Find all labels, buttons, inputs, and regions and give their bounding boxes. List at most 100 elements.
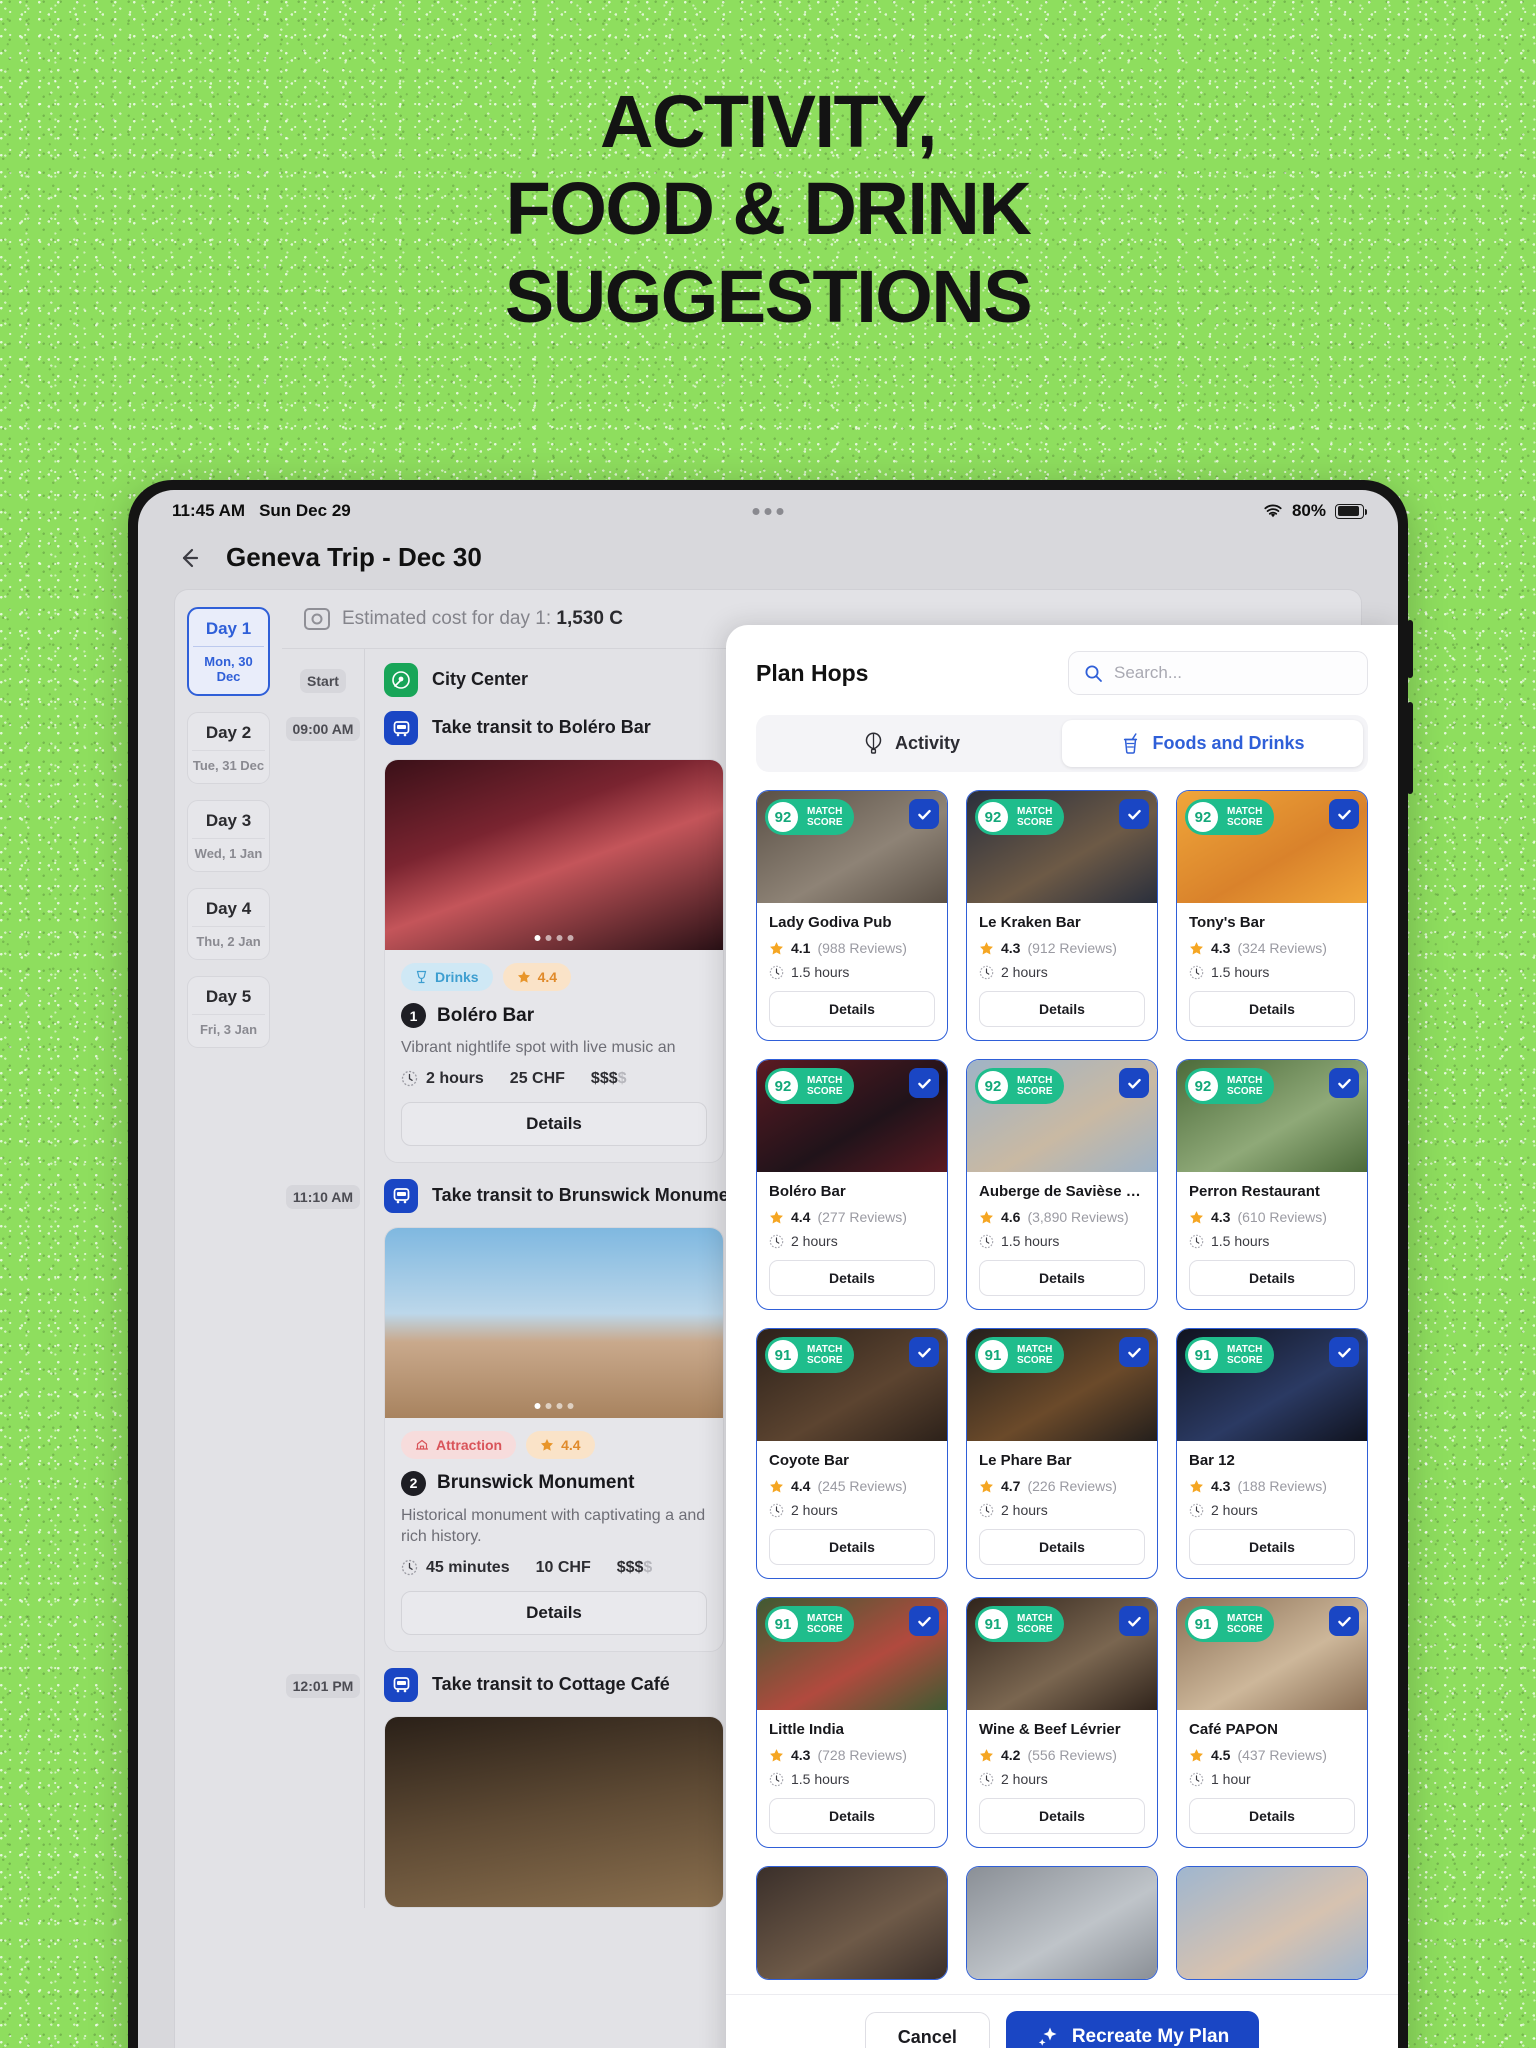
card-title: Bar 12 xyxy=(1189,1452,1235,1469)
day-chip-4[interactable]: Day 4 Thu, 2 Jan xyxy=(187,888,270,960)
suggestion-card[interactable]: 92 MATCH SCORE Lady Godiva Pub 4.1 (988 … xyxy=(756,790,948,1041)
modal-header: Plan Hops xyxy=(726,625,1398,709)
timeline-time: 09:00 AM xyxy=(282,711,364,742)
suggestion-card[interactable]: 91 MATCH SCORE Le Phare Bar 4.7 (226 Rev… xyxy=(966,1328,1158,1579)
suggestion-card[interactable]: 92 MATCH SCORE Tony's Bar 4.3 (324 Revie… xyxy=(1176,790,1368,1041)
card-details-button[interactable]: Details xyxy=(979,991,1145,1027)
card-details-button[interactable]: Details xyxy=(979,1798,1145,1834)
cancel-button[interactable]: Cancel xyxy=(864,2011,990,2048)
day-chip-3[interactable]: Day 3 Wed, 1 Jan xyxy=(187,800,270,872)
day-chip-5[interactable]: Day 5 Fri, 3 Jan xyxy=(187,976,270,1048)
itinerary-place-card[interactable]: Attraction 4.4 2 Brunswick Monument Hist… xyxy=(384,1226,724,1652)
card-reviews-count: (437 Reviews) xyxy=(1237,1747,1327,1763)
wine-glass-icon xyxy=(416,970,427,984)
wifi-icon xyxy=(1263,504,1283,519)
suggestion-card[interactable]: 92 MATCH SCORE Auberge de Savièse (Swi..… xyxy=(966,1059,1158,1310)
card-selected-checkbox[interactable] xyxy=(1329,1068,1359,1098)
suggestion-card[interactable] xyxy=(1176,1866,1368,1980)
card-selected-checkbox[interactable] xyxy=(1329,799,1359,829)
volume-down-button[interactable] xyxy=(1407,702,1413,794)
card-selected-checkbox[interactable] xyxy=(909,1337,939,1367)
timeline-label: Take transit to Cottage Café xyxy=(432,1673,670,1694)
card-photo: 91 MATCH SCORE xyxy=(967,1598,1157,1710)
card-selected-checkbox[interactable] xyxy=(909,1606,939,1636)
match-score-label: MATCH SCORE xyxy=(1227,805,1263,828)
match-score-label: MATCH SCORE xyxy=(1017,1343,1053,1366)
star-icon xyxy=(1190,1479,1203,1492)
place-details-button[interactable]: Details xyxy=(401,1590,707,1635)
suggestion-card[interactable]: 92 MATCH SCORE Le Kraken Bar 4.3 (912 Re… xyxy=(966,790,1158,1041)
card-details-button[interactable]: Details xyxy=(979,1529,1145,1565)
card-rating-row: 4.4 (277 Reviews) xyxy=(769,1209,935,1225)
match-score-value: 91 xyxy=(768,1340,798,1370)
suggestion-card[interactable]: 91 MATCH SCORE Wine & Beef Lévrier 4.2 (… xyxy=(966,1597,1158,1848)
suggestion-card[interactable]: 92 MATCH SCORE Boléro Bar 4.4 (277 Revie… xyxy=(756,1059,948,1310)
card-details-button[interactable]: Details xyxy=(769,1798,935,1834)
card-selected-checkbox[interactable] xyxy=(1329,1337,1359,1367)
back-arrow-icon[interactable] xyxy=(174,543,204,573)
photo-carousel-dots[interactable] xyxy=(534,935,574,941)
card-rating-value: 4.3 xyxy=(1001,940,1021,956)
card-title: Coyote Bar xyxy=(769,1452,850,1469)
day-chip-1[interactable]: Day 1 Mon, 30 Dec xyxy=(187,607,270,696)
card-details-button[interactable]: Details xyxy=(979,1260,1145,1296)
day-chip-date: Fri, 3 Jan xyxy=(192,1014,265,1037)
star-icon xyxy=(770,1210,783,1223)
card-reviews-count: (556 Reviews) xyxy=(1027,1747,1117,1763)
card-details-button[interactable]: Details xyxy=(769,1260,935,1296)
card-selected-checkbox[interactable] xyxy=(909,1068,939,1098)
suggestion-card[interactable] xyxy=(756,1866,948,1980)
card-photo xyxy=(1177,1867,1367,1979)
recreate-my-plan-button[interactable]: Recreate My Plan xyxy=(1005,2011,1260,2048)
volume-up-button[interactable] xyxy=(1407,620,1413,678)
search-input[interactable] xyxy=(1114,663,1352,683)
suggestion-grid-scroll[interactable]: 92 MATCH SCORE Lady Godiva Pub 4.1 (988 … xyxy=(726,772,1398,1994)
card-details-button[interactable]: Details xyxy=(1189,1798,1355,1834)
suggestion-card[interactable] xyxy=(966,1866,1158,1980)
tab-activity[interactable]: Activity xyxy=(761,720,1062,767)
card-details-button[interactable]: Details xyxy=(1189,991,1355,1027)
card-rating-value: 4.4 xyxy=(791,1478,811,1494)
card-details-button[interactable]: Details xyxy=(1189,1529,1355,1565)
page-title: Geneva Trip - Dec 30 xyxy=(226,542,482,572)
star-icon xyxy=(980,1210,993,1223)
star-icon xyxy=(770,1479,783,1492)
match-score-badge: 91 MATCH SCORE xyxy=(1185,1606,1274,1642)
card-reviews-count: (610 Reviews) xyxy=(1237,1209,1327,1225)
card-selected-checkbox[interactable] xyxy=(1329,1606,1359,1636)
star-icon xyxy=(1190,941,1203,954)
modal-title: Plan Hops xyxy=(756,659,869,686)
suggestion-card[interactable]: 91 MATCH SCORE Café PAPON 4.5 (437 Revie… xyxy=(1176,1597,1368,1848)
card-selected-checkbox[interactable] xyxy=(909,799,939,829)
day-chip-2[interactable]: Day 2 Tue, 31 Dec xyxy=(187,712,270,784)
match-score-label: MATCH SCORE xyxy=(1017,1074,1053,1097)
itinerary-place-card[interactable]: Drinks 4.4 1 Boléro Bar Vibrant nightlif… xyxy=(384,759,724,1163)
suggestion-card[interactable]: 91 MATCH SCORE Little India 4.3 (728 Rev… xyxy=(756,1597,948,1848)
card-selected-checkbox[interactable] xyxy=(1119,1337,1149,1367)
day-chip-date: Tue, 31 Dec xyxy=(192,750,265,773)
place-price-level: $$$$ xyxy=(616,1558,653,1576)
card-selected-checkbox[interactable] xyxy=(1119,799,1149,829)
star-icon xyxy=(517,971,530,983)
card-rating-value: 4.3 xyxy=(1211,1478,1231,1494)
landmark-icon xyxy=(416,1439,428,1450)
suggestion-card[interactable]: 91 MATCH SCORE Bar 12 4.3 (188 Reviews) … xyxy=(1176,1328,1368,1579)
card-details-button[interactable]: Details xyxy=(769,1529,935,1565)
card-rating-row: 4.4 (245 Reviews) xyxy=(769,1478,935,1494)
card-details-button[interactable]: Details xyxy=(1189,1260,1355,1296)
photo-carousel-dots[interactable] xyxy=(534,1402,574,1409)
itinerary-place-card[interactable] xyxy=(384,1715,724,1908)
card-details-button[interactable]: Details xyxy=(769,991,935,1027)
clock-icon xyxy=(979,1234,994,1248)
place-title: Brunswick Monument xyxy=(437,1472,635,1494)
day-chip-date: Thu, 2 Jan xyxy=(192,926,265,949)
card-rating-value: 4.2 xyxy=(1001,1747,1021,1763)
place-details-button[interactable]: Details xyxy=(401,1101,707,1146)
card-selected-checkbox[interactable] xyxy=(1119,1068,1149,1098)
suggestion-card[interactable]: 92 MATCH SCORE Perron Restaurant 4.3 (61… xyxy=(1176,1059,1368,1310)
suggestion-card[interactable]: 91 MATCH SCORE Coyote Bar 4.4 (245 Revie… xyxy=(756,1328,948,1579)
card-selected-checkbox[interactable] xyxy=(1119,1606,1149,1636)
card-duration-row: 2 hours xyxy=(979,964,1145,980)
tab-foods-and-drinks[interactable]: Foods and Drinks xyxy=(1062,720,1363,767)
search-box[interactable] xyxy=(1068,651,1368,695)
